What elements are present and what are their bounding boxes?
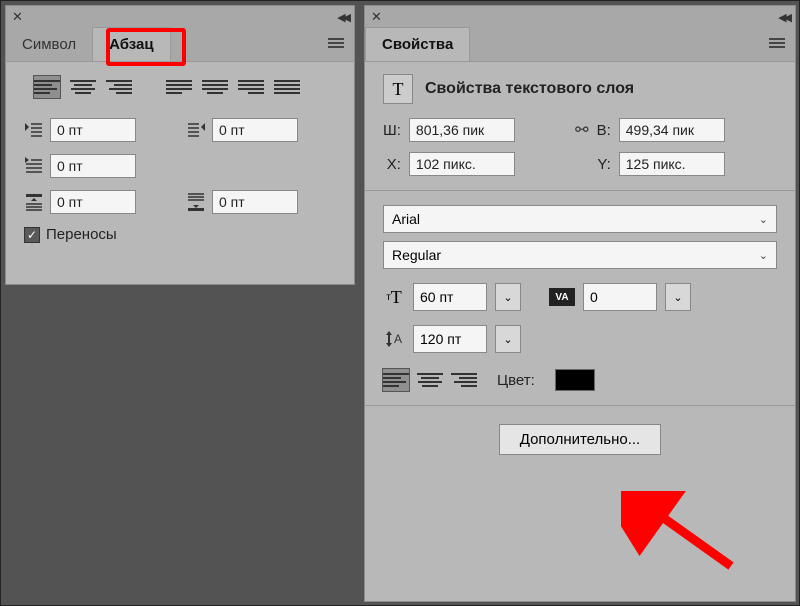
section-title: Свойства текстового слоя (425, 80, 634, 98)
properties-panel: ✕ ◀◀ Свойства T Свойства текстового слоя… (364, 5, 796, 602)
chevron-down-icon: ⌄ (759, 213, 768, 226)
space-after-icon (186, 193, 206, 211)
color-swatch[interactable] (555, 369, 595, 391)
height-label: В: (597, 122, 611, 139)
tab-paragraph[interactable]: Абзац (92, 27, 171, 61)
advanced-button[interactable]: Дополнительно... (499, 424, 661, 455)
height-input[interactable] (619, 118, 725, 142)
close-icon[interactable]: ✕ (371, 9, 382, 25)
hyphenate-checkbox[interactable]: ✓ (24, 227, 40, 243)
align-left-button[interactable] (34, 76, 60, 98)
font-family-value: Arial (392, 211, 420, 227)
tab-bar: Свойства (365, 28, 795, 62)
transform-grid: Ш: ⚯ В: X: Y: (383, 118, 777, 176)
width-label: Ш: (383, 122, 401, 139)
text-align-right-button[interactable] (451, 369, 477, 391)
paragraph-body: ✓ Переносы (6, 62, 354, 257)
svg-text:A: A (394, 332, 402, 346)
x-label: X: (383, 156, 401, 173)
collapse-icon[interactable]: ◀◀ (337, 11, 348, 24)
font-size-input[interactable] (413, 283, 487, 311)
align-center-button[interactable] (70, 76, 96, 98)
properties-body: T Свойства текстового слоя Ш: ⚯ В: X: Y:… (365, 62, 795, 467)
paragraph-panel: ✕ ◀◀ Символ Абзац (5, 5, 355, 285)
text-align-left-button[interactable] (383, 369, 409, 391)
space-after-input[interactable] (212, 190, 298, 214)
font-style-value: Regular (392, 247, 441, 263)
tracking-dropdown[interactable]: ⌄ (665, 283, 691, 311)
font-size-dropdown[interactable]: ⌄ (495, 283, 521, 311)
indent-left-icon (24, 121, 44, 139)
panel-menu-icon[interactable] (328, 38, 344, 50)
link-dims-icon[interactable]: ⚯ (575, 120, 588, 140)
justify-left-button[interactable] (166, 76, 192, 98)
leading-dropdown[interactable]: ⌄ (495, 325, 521, 353)
indent-right-icon (186, 121, 206, 139)
font-style-select[interactable]: Regular ⌄ (383, 241, 777, 269)
leading-icon: A (383, 329, 405, 349)
collapse-icon[interactable]: ◀◀ (778, 11, 789, 24)
tracking-icon: VA (549, 288, 575, 306)
y-input[interactable] (619, 152, 725, 176)
font-family-select[interactable]: Arial ⌄ (383, 205, 777, 233)
x-input[interactable] (409, 152, 515, 176)
justify-center-button[interactable] (202, 76, 228, 98)
hyphenate-label: Переносы (46, 226, 117, 243)
width-input[interactable] (409, 118, 515, 142)
first-line-indent-input[interactable] (50, 154, 136, 178)
color-label: Цвет: (497, 372, 535, 389)
indent-right-input[interactable] (212, 118, 298, 142)
chevron-down-icon: ⌄ (759, 249, 768, 262)
panel-menu-icon[interactable] (769, 38, 785, 50)
indent-left-input[interactable] (50, 118, 136, 142)
text-layer-icon: T (383, 74, 413, 104)
tab-properties[interactable]: Свойства (365, 27, 470, 61)
panel-header: ✕ ◀◀ (6, 6, 354, 28)
text-align-center-button[interactable] (417, 369, 443, 391)
tracking-input[interactable] (583, 283, 657, 311)
first-line-indent-icon (24, 157, 44, 175)
y-label: Y: (597, 156, 611, 173)
tab-symbol[interactable]: Символ (6, 28, 92, 61)
close-icon[interactable]: ✕ (12, 9, 23, 25)
alignment-row (24, 76, 336, 98)
panel-header: ✕ ◀◀ (365, 6, 795, 28)
justify-right-button[interactable] (238, 76, 264, 98)
font-size-icon: тT (383, 287, 405, 308)
leading-input[interactable] (413, 325, 487, 353)
justify-all-button[interactable] (274, 76, 300, 98)
divider (365, 405, 795, 406)
space-before-input[interactable] (50, 190, 136, 214)
space-before-icon (24, 193, 44, 211)
align-right-button[interactable] (106, 76, 132, 98)
divider (365, 190, 795, 191)
tab-bar: Символ Абзац (6, 28, 354, 62)
